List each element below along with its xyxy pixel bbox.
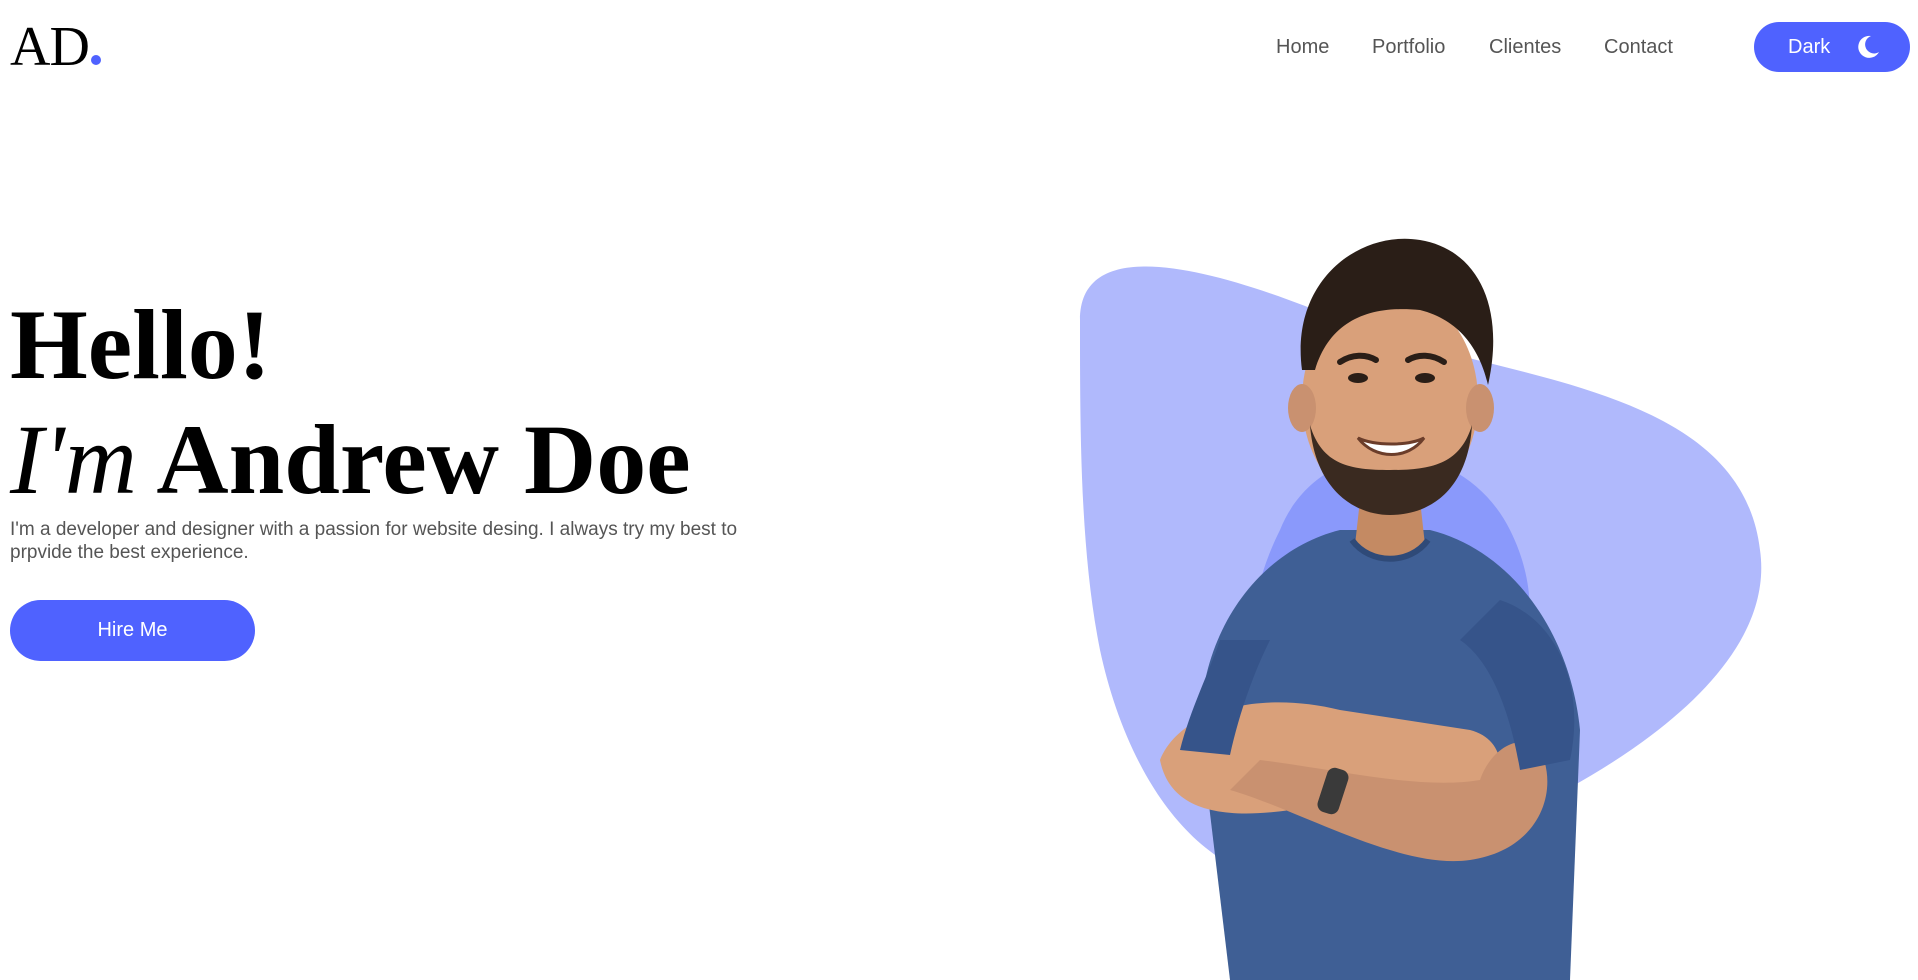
nav-link-contact[interactable]: Contact bbox=[1604, 34, 1673, 60]
nav-link-portfolio[interactable]: Portfolio bbox=[1372, 34, 1445, 60]
hero-intro: I'm a developer and designer with a pass… bbox=[10, 519, 738, 563]
logo-text: AD bbox=[10, 16, 90, 78]
hero-name: Andrew Doe bbox=[156, 404, 691, 515]
moon-icon bbox=[1854, 33, 1882, 61]
nav-link-home[interactable]: Home bbox=[1276, 34, 1329, 60]
hero-name-line: I'm Andrew Doe bbox=[10, 402, 691, 518]
hire-me-button[interactable]: Hire Me bbox=[10, 600, 255, 661]
dark-mode-label: Dark bbox=[1788, 36, 1831, 58]
hero-im: I'm bbox=[10, 404, 137, 515]
hero-greeting: Hello! bbox=[10, 289, 272, 400]
logo-dot bbox=[90, 55, 101, 65]
logo[interactable]: AD bbox=[10, 14, 101, 80]
hero-illustration bbox=[1040, 170, 1820, 980]
site-header: AD Home Portfolio Clientes Contact Dark bbox=[0, 0, 1918, 94]
nav-link-clientes[interactable]: Clientes bbox=[1489, 34, 1561, 60]
dark-mode-toggle[interactable]: Dark bbox=[1754, 22, 1910, 72]
